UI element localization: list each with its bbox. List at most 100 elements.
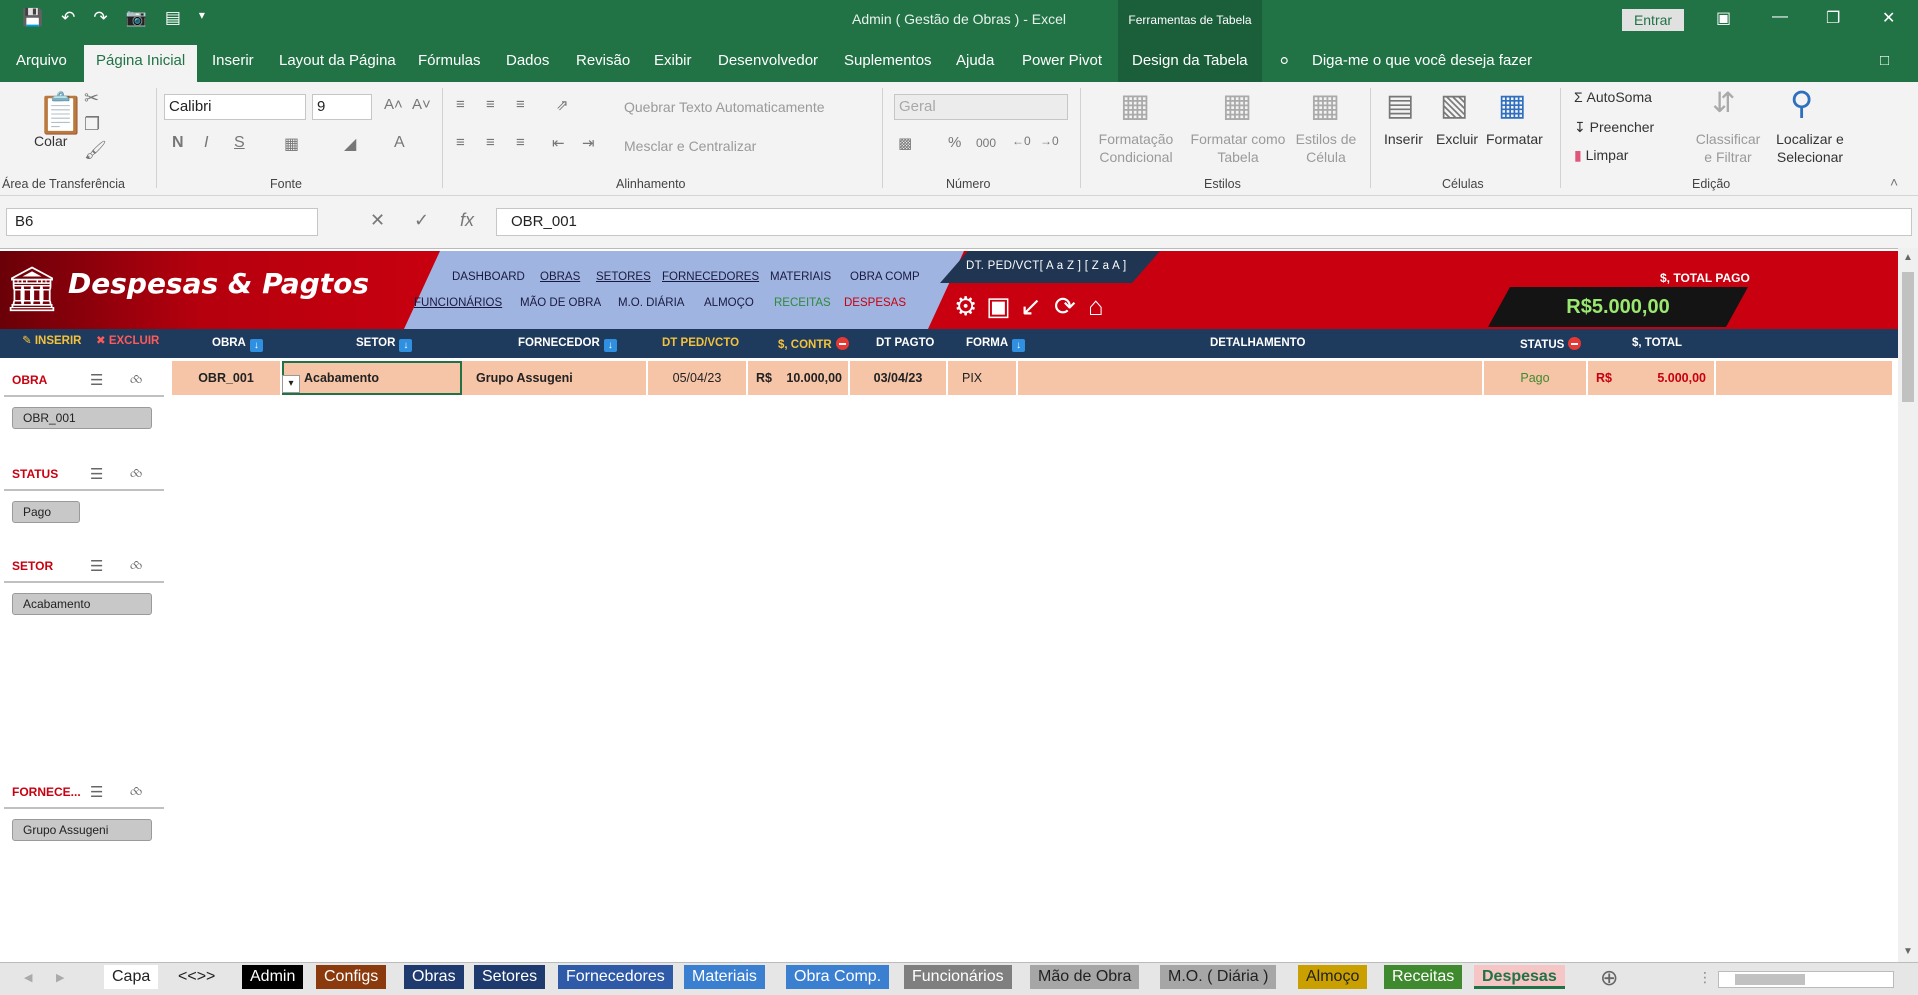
delete-record-button[interactable]: ✖ EXCLUIR xyxy=(96,333,159,347)
close-icon[interactable]: ✕ xyxy=(1882,8,1895,28)
nav-dashboard[interactable]: DASHBOARD xyxy=(452,271,525,283)
insert-cells-button[interactable]: Inserir xyxy=(1384,130,1423,148)
fill-color-icon[interactable]: ◢ xyxy=(344,134,356,154)
insert-function-icon[interactable]: fx xyxy=(460,210,474,231)
cell-detalhamento[interactable] xyxy=(1018,361,1484,395)
sheet-tab[interactable]: <<>> xyxy=(170,965,224,989)
header-dt-ped[interactable]: DT PED/VCTO xyxy=(662,337,739,349)
format-painter-icon[interactable]: 🖌 xyxy=(84,140,107,161)
tab-formulas[interactable]: Fórmulas xyxy=(418,52,481,69)
paste-button[interactable]: Colar xyxy=(34,132,67,150)
cell-dt-ped[interactable]: 05/04/23 xyxy=(648,361,748,395)
header-total[interactable]: $, TOTAL xyxy=(1632,337,1682,349)
wrap-text-button[interactable]: Quebrar Texto Automaticamente xyxy=(624,98,825,116)
enter-formula-icon[interactable]: ✓ xyxy=(414,210,429,231)
header-forma[interactable]: FORMA ↓ xyxy=(966,337,1026,352)
hscroll-thumb[interactable] xyxy=(1735,974,1805,985)
next-sheet-icon[interactable]: ▶ xyxy=(56,971,64,984)
multiselect-icon[interactable]: ☰ xyxy=(90,465,103,483)
tab-pagina-inicial[interactable]: Página Inicial xyxy=(84,45,198,82)
delete-cells-icon[interactable]: ▧ xyxy=(1440,88,1468,123)
font-name-select[interactable]: Calibri xyxy=(164,94,306,120)
sort-filter-icon[interactable]: ⇵ xyxy=(1712,86,1735,119)
tab-exibir[interactable]: Exibir xyxy=(654,52,692,69)
bold-icon[interactable]: N xyxy=(172,134,184,152)
refresh-icon[interactable]: ⟳ xyxy=(1054,291,1076,322)
cell-fornecedor[interactable]: Grupo Assugeni xyxy=(462,361,648,395)
find-select-button[interactable]: Localizar e Selecionar xyxy=(1766,130,1854,166)
sheet-tab[interactable]: M.O. ( Diária ) xyxy=(1160,965,1277,989)
nav-materiais[interactable]: MATERIAIS xyxy=(770,271,831,283)
sheet-tab[interactable]: Obras xyxy=(404,965,464,989)
number-format-select[interactable]: Geral xyxy=(894,94,1068,120)
nav-obras[interactable]: OBRAS xyxy=(540,271,580,283)
multiselect-icon[interactable]: ☰ xyxy=(90,557,103,575)
clear-filter-icon[interactable]: ⧝ xyxy=(130,465,142,482)
restore-icon[interactable]: ❐ xyxy=(1826,8,1840,28)
italic-icon[interactable]: I xyxy=(204,134,208,152)
sheet-tab[interactable]: Obra Comp. xyxy=(786,965,890,989)
align-middle-icon[interactable]: ≡ xyxy=(486,96,495,113)
header-detalhamento[interactable]: DETALHAMENTO xyxy=(1210,337,1305,349)
comments-icon[interactable]: □ xyxy=(1880,52,1889,69)
copy-icon[interactable]: ❐ xyxy=(84,114,100,135)
increase-indent-icon[interactable]: ⇥ xyxy=(582,134,595,152)
paste-icon[interactable]: 📋 xyxy=(36,90,86,137)
cell-contr[interactable]: R$ 10.000,00 xyxy=(748,361,850,395)
font-color-icon[interactable]: A xyxy=(394,134,405,152)
ribbon-display-icon[interactable]: ▣ xyxy=(1716,8,1731,28)
borders-icon[interactable]: ▦ xyxy=(284,134,299,154)
add-sheet-icon[interactable]: ⊕ xyxy=(1600,965,1618,991)
sheet-tab[interactable]: Fornecedores xyxy=(558,965,673,989)
scroll-down-icon[interactable]: ▼ xyxy=(1903,946,1913,957)
tab-inserir[interactable]: Inserir xyxy=(212,52,254,69)
slicer-setor-item[interactable]: Acabamento xyxy=(12,593,152,615)
merge-center-button[interactable]: Mesclar e Centralizar xyxy=(624,137,756,155)
percent-icon[interactable]: % xyxy=(948,134,961,151)
thousands-icon[interactable]: 000 xyxy=(976,136,996,150)
tab-revisao[interactable]: Revisão xyxy=(576,52,630,69)
tab-desenvolvedor[interactable]: Desenvolvedor xyxy=(718,52,818,69)
autosum-button[interactable]: Σ AutoSoma xyxy=(1574,88,1652,106)
insert-record-button[interactable]: ✎ INSERIR xyxy=(22,333,82,347)
delete-cells-button[interactable]: Excluir xyxy=(1436,130,1478,148)
signin-button[interactable]: Entrar xyxy=(1622,9,1684,31)
filter-arrow-icon[interactable]: ↓ xyxy=(603,339,617,352)
tab-ajuda[interactable]: Ajuda xyxy=(956,52,994,69)
sheet-tab[interactable]: Receitas xyxy=(1384,965,1463,989)
slicer-status-item[interactable]: Pago xyxy=(12,501,80,523)
minimize-icon[interactable]: — xyxy=(1772,8,1788,26)
filter-arrow-icon[interactable]: ↓ xyxy=(399,339,413,352)
nav-almoco[interactable]: ALMOÇO xyxy=(704,297,754,309)
align-right-icon[interactable]: ≡ xyxy=(516,134,525,151)
slicer-fornecedor-item[interactable]: Grupo Assugeni xyxy=(12,819,152,841)
sort-filter-button[interactable]: Classificar e Filtrar xyxy=(1692,130,1764,166)
cancel-formula-icon[interactable]: ✕ xyxy=(370,210,385,231)
clear-filter-icon[interactable]: ⧝ xyxy=(130,783,142,800)
tell-me-input[interactable]: Diga-me o que você deseja fazer xyxy=(1312,52,1532,69)
cell-setor-selected[interactable]: Acabamento xyxy=(282,361,462,395)
cell-styles-button[interactable]: Estilos de Célula xyxy=(1290,130,1362,166)
vertical-scrollbar[interactable]: ▲ ▼ xyxy=(1898,248,1918,962)
decrease-decimal-icon[interactable]: →0 xyxy=(1040,134,1059,148)
remove-icon[interactable] xyxy=(1568,337,1582,350)
currency-icon[interactable]: ▩ xyxy=(898,134,912,152)
nav-receitas[interactable]: RECEITAS xyxy=(774,297,831,309)
formula-input[interactable]: OBR_001 xyxy=(496,208,1912,236)
cut-icon[interactable]: ✂ xyxy=(84,88,99,109)
dropdown-icon[interactable]: ▾ xyxy=(282,375,300,393)
format-cells-icon[interactable]: ▦ xyxy=(1498,88,1526,123)
gears-icon[interactable]: ⚙ xyxy=(954,291,977,322)
align-top-icon[interactable]: ≡ xyxy=(456,96,465,113)
sort-date-control[interactable]: DT. PED/VCT[ A a Z ] [ Z a A ] xyxy=(940,251,1160,283)
sheet-tab[interactable]: Configs xyxy=(316,965,387,989)
nav-fornecedores[interactable]: FORNECEDORES xyxy=(662,271,759,283)
sheet-tab[interactable]: Capa xyxy=(104,965,159,989)
grow-font-icon[interactable]: A˄ xyxy=(384,96,403,113)
tab-design-tabela[interactable]: Design da Tabela xyxy=(1132,52,1248,69)
increase-decimal-icon[interactable]: ←0 xyxy=(1012,134,1031,148)
name-box[interactable]: B6 xyxy=(6,208,318,236)
cell-total[interactable]: R$ 5.000,00 xyxy=(1588,361,1716,395)
multiselect-icon[interactable]: ☰ xyxy=(90,783,103,801)
underline-icon[interactable]: S xyxy=(234,134,245,152)
